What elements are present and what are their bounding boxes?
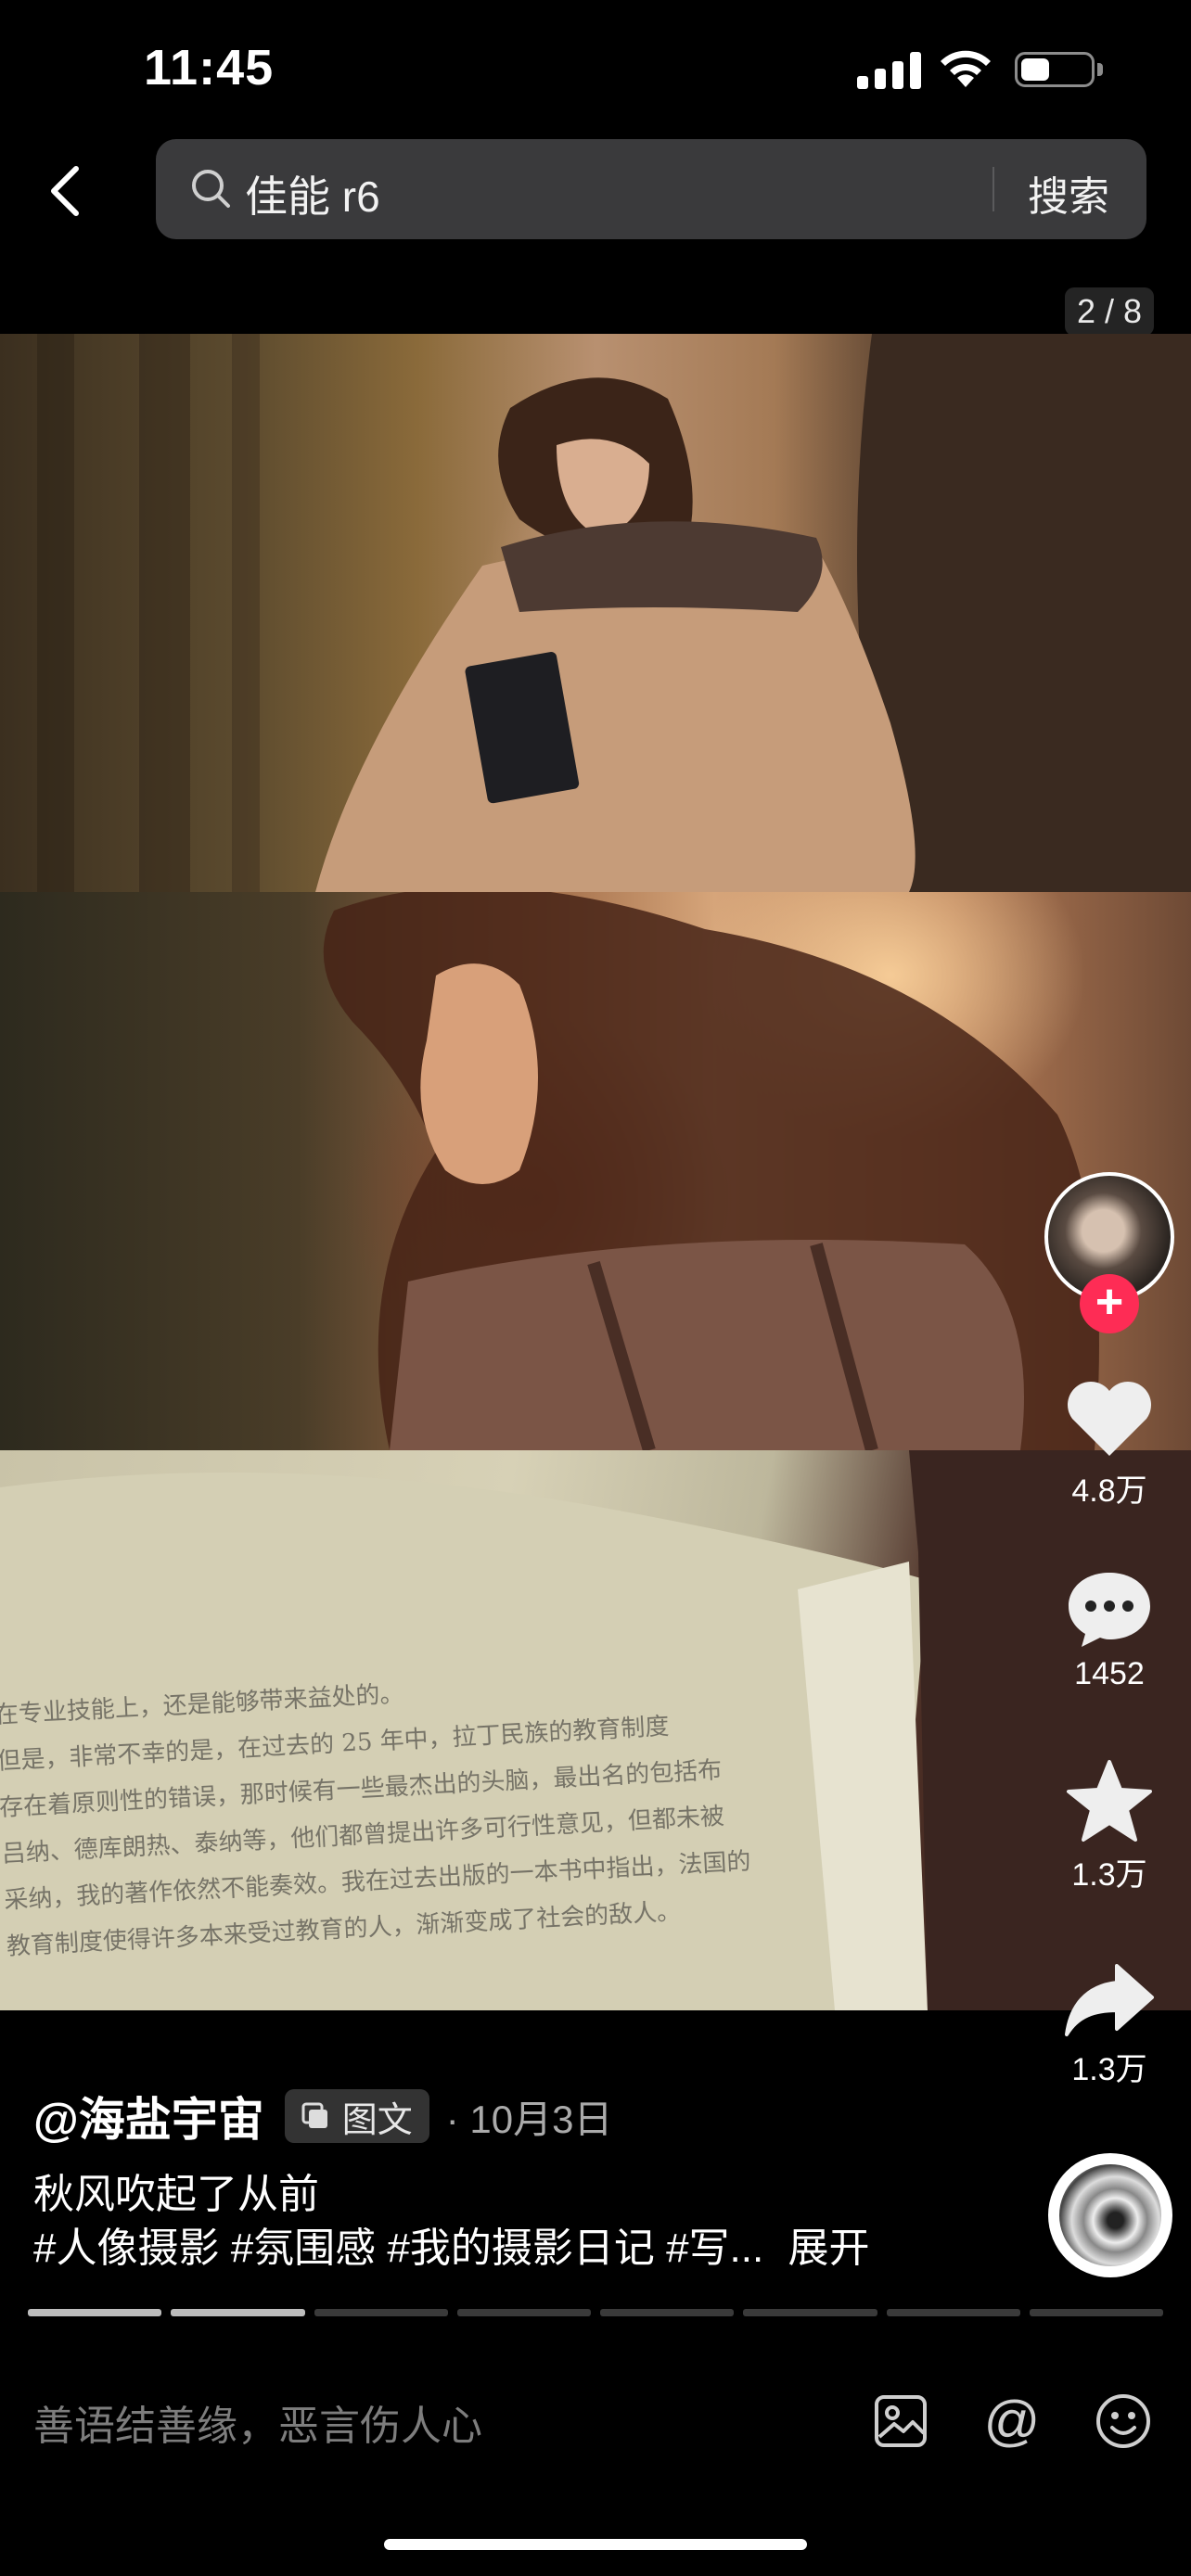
progress-segment (1029, 2309, 1163, 2316)
post-type-label: 图文 (341, 2100, 413, 2140)
page-counter: 2 / 8 (1065, 287, 1154, 336)
photo-1-illustration (37, 334, 1191, 892)
progress-segment (171, 2309, 305, 2316)
comment-count: 1452 (1074, 1656, 1145, 1691)
emoji-icon[interactable] (1095, 2392, 1152, 2450)
status-bar: 11:45 (0, 0, 1191, 130)
progress-segment (456, 2309, 591, 2316)
music-disc[interactable] (1048, 2153, 1172, 2277)
share-button[interactable]: 1.3万 (1057, 1960, 1161, 2089)
star-icon (1067, 1760, 1152, 1842)
follow-button[interactable]: + (1080, 1274, 1139, 1333)
search-icon (192, 170, 230, 208)
favorite-button[interactable]: 1.3万 (1057, 1758, 1161, 1894)
like-count: 4.8万 (1071, 1473, 1147, 1509)
photo-open-book[interactable]: 在专业技能上，还是能够带来益处的。 但是，非常不幸的是，在过去的 25 年中，拉… (0, 1450, 1191, 2010)
like-button[interactable]: 4.8万 (1057, 1376, 1161, 1511)
wifi-icon (941, 50, 991, 87)
search-bar[interactable]: 佳能 r6 搜索 (156, 139, 1146, 239)
author-row: @海盐宇宙 图文 · 10月3日 (33, 2086, 613, 2146)
search-divider (992, 167, 994, 211)
expand-button[interactable]: 展开 (788, 2225, 869, 2271)
progress-segment (886, 2309, 1020, 2316)
author-name[interactable]: @海盐宇宙 (33, 2083, 264, 2149)
post-hashtags: #人像摄影 #氛围感 #我的摄影日记 #写... 展开 (33, 2222, 869, 2276)
image-icon[interactable] (872, 2392, 929, 2450)
photo-woman-holding-book[interactable] (0, 334, 1191, 892)
battery-tip (1097, 63, 1103, 76)
mention-icon[interactable]: @ (983, 2392, 1041, 2450)
cellular-signal-icon (857, 50, 922, 89)
progress-segment (743, 2309, 877, 2316)
post-caption: 秋风吹起了从前 (33, 2172, 319, 2217)
back-button[interactable] (37, 156, 93, 226)
battery-icon (1015, 52, 1095, 87)
heart-icon (1068, 1382, 1151, 1456)
share-arrow-icon (1065, 1964, 1154, 2036)
comment-button[interactable]: 1452 (1057, 1567, 1161, 1692)
gallery-progress (28, 2309, 1163, 2316)
photo-woman-profile[interactable] (0, 892, 1191, 1450)
post-date: · 10月3日 (445, 2097, 613, 2141)
photo-2-illustration (323, 892, 1099, 1450)
search-button[interactable]: 搜索 (1028, 163, 1109, 223)
progress-segment (314, 2309, 448, 2316)
favorite-count: 1.3万 (1071, 1857, 1147, 1893)
progress-segment (28, 2309, 162, 2316)
progress-segment (600, 2309, 735, 2316)
music-cover (1059, 2164, 1161, 2266)
hashtag-list[interactable]: #人像摄影 #氛围感 #我的摄影日记 #写... (33, 2225, 763, 2271)
book-text: 在专业技能上，还是能够带来益处的。 但是，非常不幸的是，在过去的 25 年中，拉… (0, 1653, 751, 1970)
image-text-icon (301, 2102, 327, 2128)
post-type-badge: 图文 (284, 2089, 429, 2143)
search-input[interactable]: 佳能 r6 (245, 163, 380, 224)
share-count: 1.3万 (1071, 2052, 1147, 2087)
status-time: 11:45 (144, 40, 275, 96)
comment-icon (1069, 1573, 1150, 1647)
home-indicator[interactable] (384, 2539, 807, 2550)
comment-input[interactable]: 善语结善缘，恶言伤人心 (33, 2392, 482, 2452)
chevron-left-icon (51, 166, 79, 216)
